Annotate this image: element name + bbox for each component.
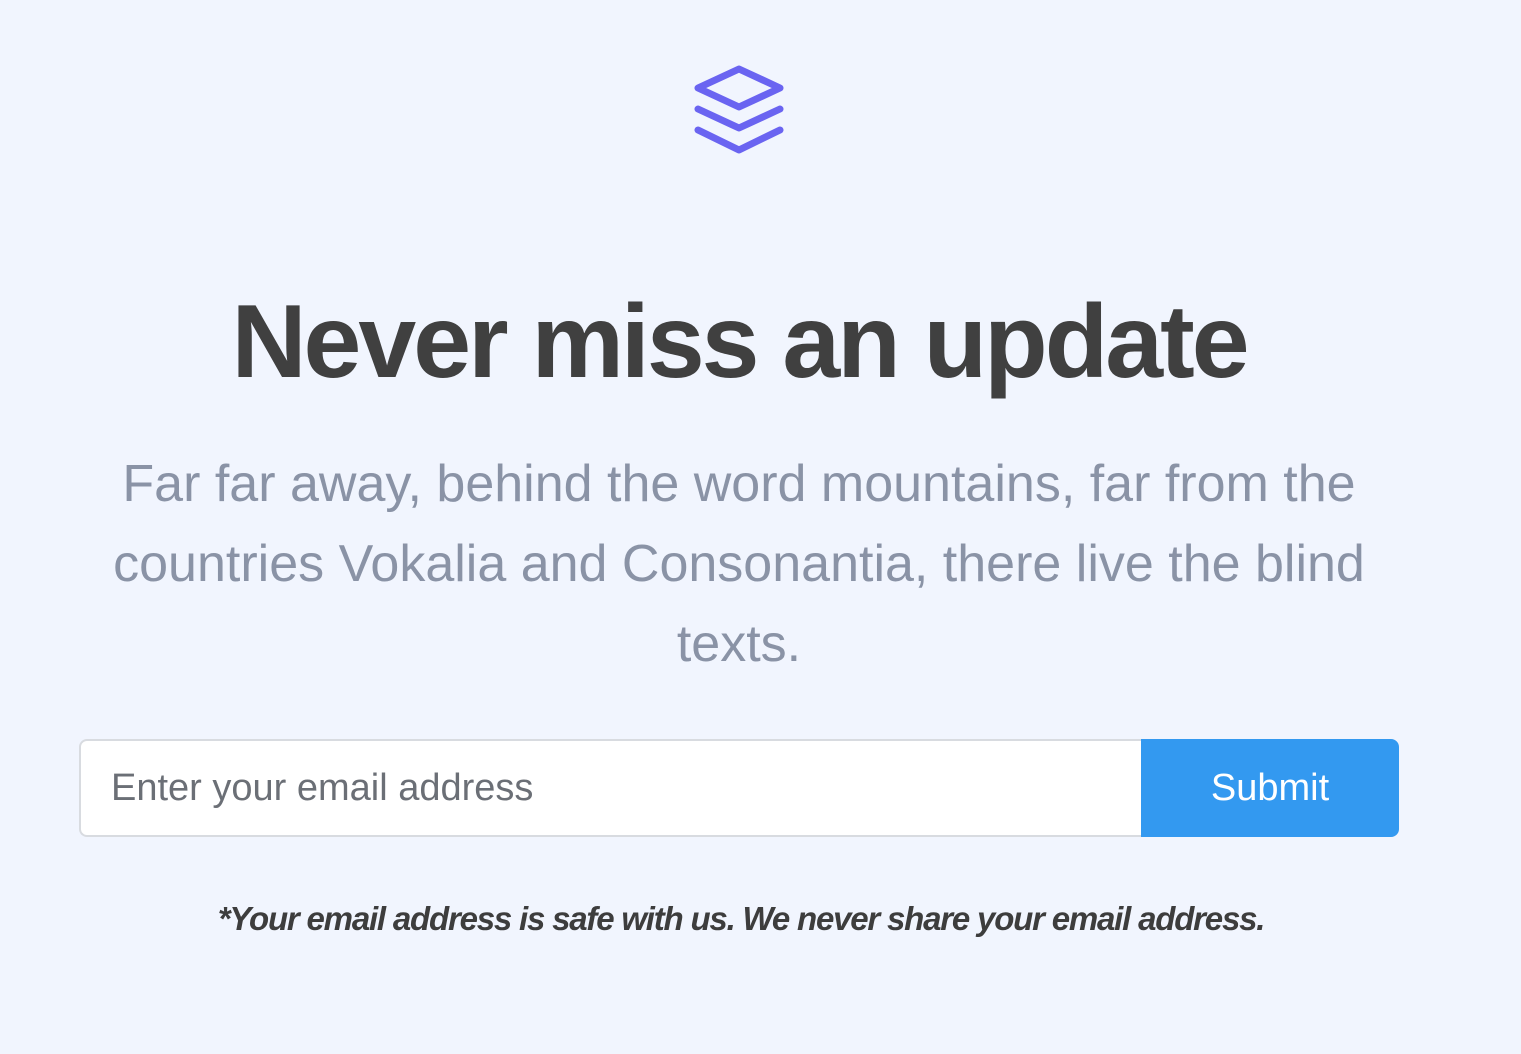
layers-icon: [693, 64, 785, 158]
page-title: Never miss an update: [231, 284, 1249, 400]
submit-button[interactable]: Submit: [1141, 739, 1399, 837]
signup-form: Submit: [79, 739, 1399, 837]
privacy-disclaimer: *Your email address is safe with us. We …: [217, 900, 1266, 937]
subtitle-text: Far far away, behind the word mountains,…: [113, 455, 1365, 673]
newsletter-signup: Never miss an update Far far away, behin…: [0, 0, 1521, 1054]
email-input[interactable]: [79, 739, 1141, 837]
